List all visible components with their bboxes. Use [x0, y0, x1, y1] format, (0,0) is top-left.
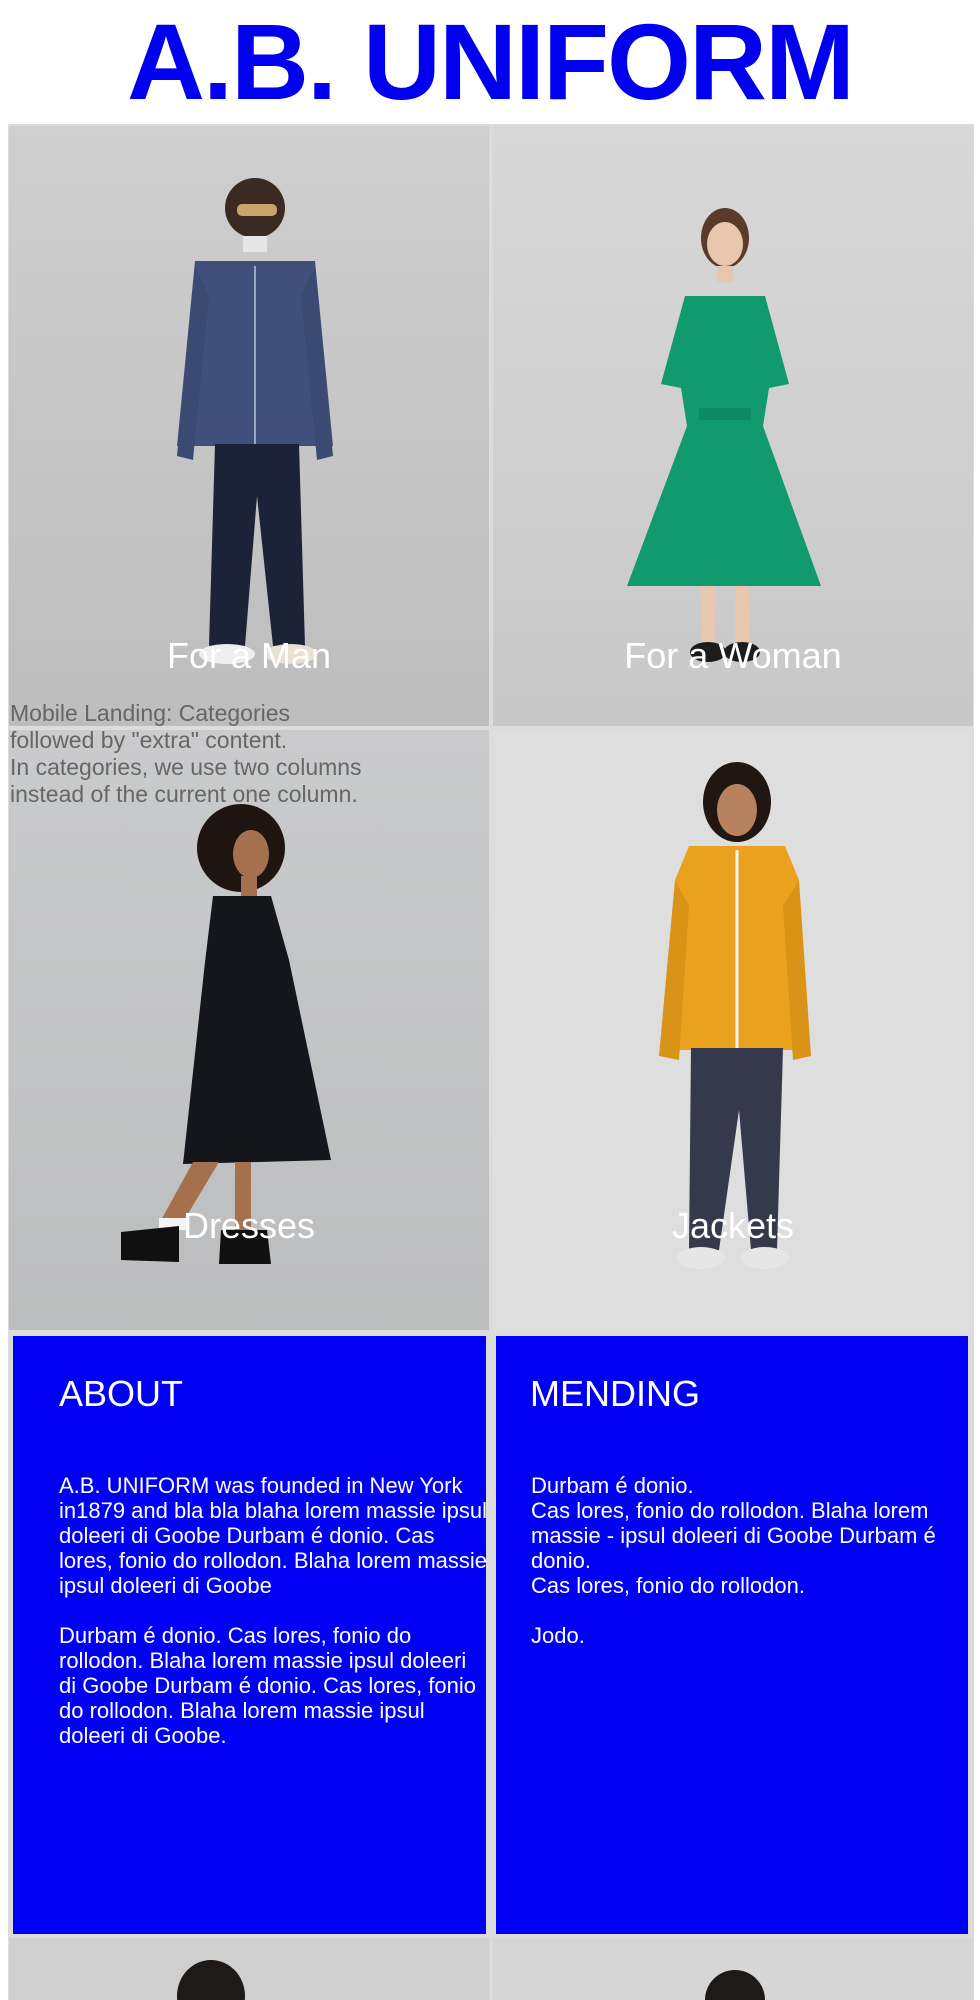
category-tile-man[interactable]: For a Man	[9, 126, 489, 726]
category-label-dresses: Dresses	[182, 1205, 316, 1246]
next-tile-left[interactable]	[9, 1938, 489, 2000]
brand-logo[interactable]: A.B. UNIFORM	[0, 0, 980, 124]
note-line: In categories, we use two columns	[10, 754, 362, 780]
next-photo-left	[9, 1938, 489, 2000]
mending-line: Durbam é donio.	[531, 1473, 694, 1498]
about-title[interactable]: ABOUT	[59, 1376, 183, 1412]
next-photo-right	[493, 1938, 973, 2000]
mending-line: Cas lores, fonio do rollodon.	[531, 1573, 805, 1598]
category-tile-jackets[interactable]: Jackets	[493, 730, 973, 1330]
category-tile-dresses[interactable]: Dresses	[9, 730, 489, 1330]
mending-panel: MENDING Durbam é donio. Cas lores, fonio…	[496, 1336, 968, 1934]
category-label-woman: For a Woman	[624, 635, 842, 676]
about-paragraph: A.B. UNIFORM was founded in New York in1…	[59, 1473, 488, 1598]
about-paragraph: Durbam é donio. Cas lores, fonio do roll…	[59, 1623, 477, 1748]
mending-line: Cas lores, fonio do rollodon. Blaha lore…	[531, 1498, 936, 1573]
about-panel: ABOUT A.B. UNIFORM was founded in New Yo…	[13, 1336, 489, 1934]
category-label-man: For a Man	[166, 635, 332, 676]
next-tile-right[interactable]	[493, 1938, 973, 2000]
note-line: followed by "extra" content.	[10, 727, 288, 753]
about-body: A.B. UNIFORM was founded in New York in1…	[59, 1473, 489, 1773]
note-line: instead of the current one column.	[10, 781, 358, 807]
mobile-landing-note: Mobile Landing: Categories followed by "…	[10, 700, 380, 808]
category-label-jackets: Jackets	[671, 1205, 795, 1246]
note-line: Mobile Landing: Categories	[10, 700, 291, 726]
mending-footer: Jodo.	[531, 1623, 585, 1648]
mending-body: Durbam é donio. Cas lores, fonio do roll…	[531, 1473, 951, 1648]
category-tile-woman[interactable]: For a Woman	[493, 126, 973, 726]
mending-title[interactable]: MENDING	[530, 1376, 700, 1412]
